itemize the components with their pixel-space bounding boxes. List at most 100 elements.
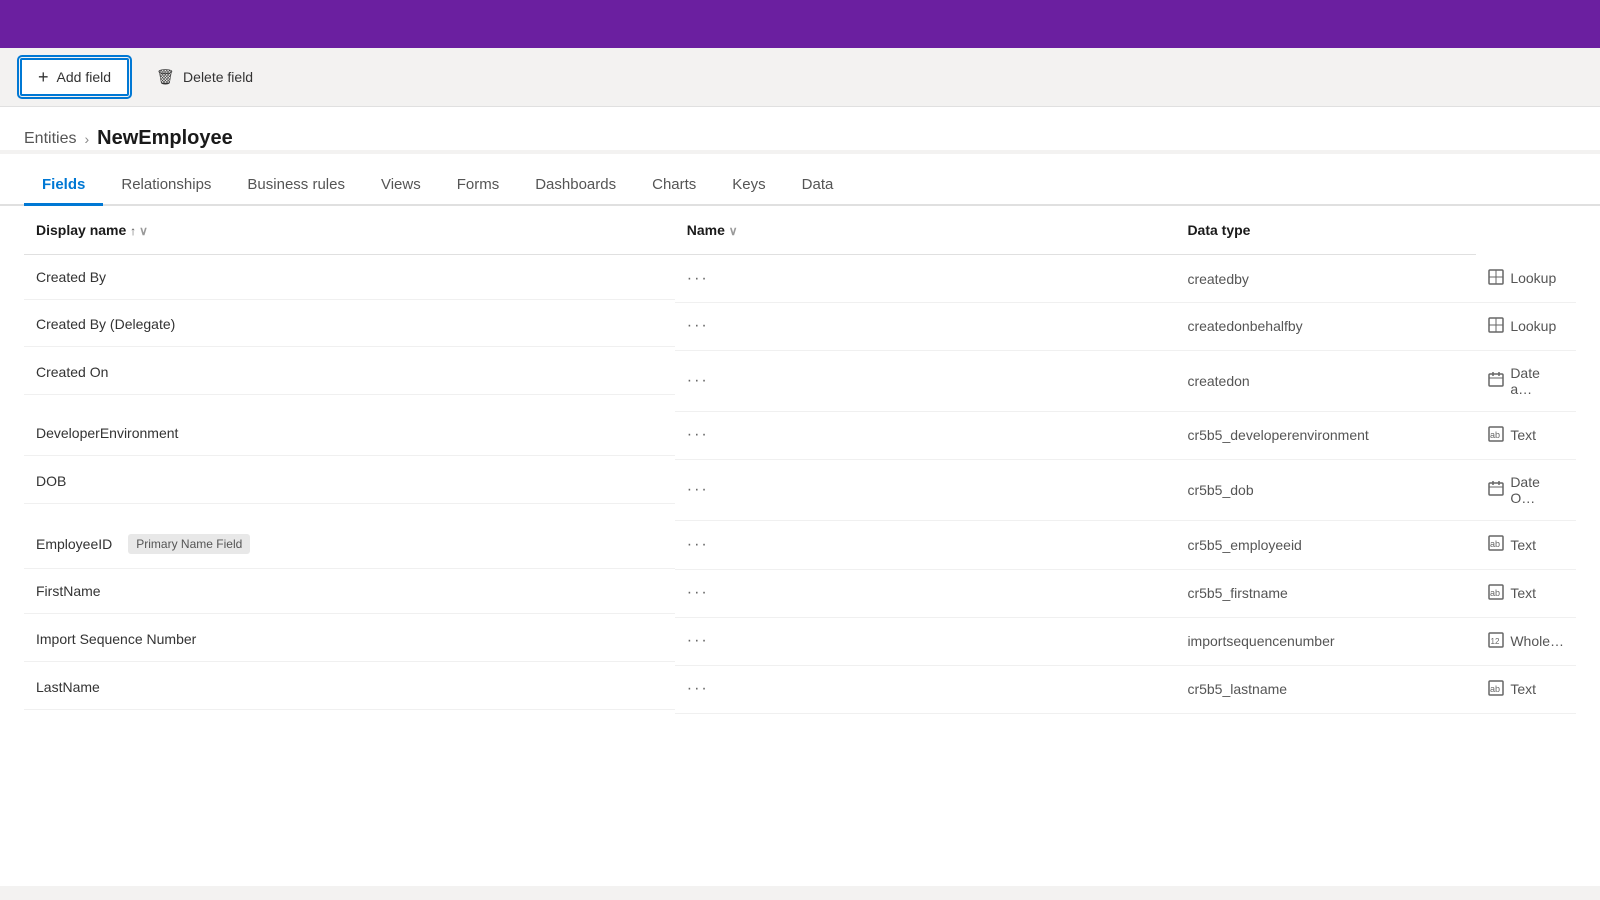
cell-name: cr5b5_dob [1175,459,1476,520]
col-name-label: Name [687,222,725,238]
display-name-text: Created By [36,269,106,285]
cell-data-type: Date a… [1476,350,1576,411]
table-row[interactable]: DeveloperEnvironment ··· cr5b5_developeren… [24,411,1576,459]
row-actions-button[interactable]: ··· [687,632,709,649]
cell-name: cr5b5_developerenvironment [1175,411,1476,459]
row-actions-button[interactable]: ··· [687,270,709,287]
cell-data-type: ab Text [1476,569,1576,617]
data-type-icon-container: ab Text [1488,584,1536,603]
tab-data[interactable]: Data [784,166,852,206]
display-name-text: LastName [36,679,100,695]
cell-name: importsequencenumber [1175,617,1476,665]
col-display-name[interactable]: Display name ↑ ∨ [24,206,675,255]
table-row[interactable]: LastName···cr5b5_lastname ab Text [24,665,1576,713]
row-actions-button[interactable]: ··· [687,372,709,389]
cell-display-name: DeveloperEnvironment [24,411,675,456]
field-name-text: createdon [1187,373,1249,389]
sort-desc-icon: ∨ [139,224,148,238]
row-actions-button[interactable]: ··· [687,680,709,697]
cell-data-type: Lookup [1476,255,1576,303]
table-row[interactable]: Created On ··· createdon Date a… [24,350,1576,411]
table-row[interactable]: Created By (Delegate) ··· createdonbehalfb… [24,302,1576,350]
tab-relationships[interactable]: Relationships [103,166,229,206]
table-row[interactable]: Created By···createdby Lookup [24,255,1576,303]
cell-actions[interactable]: ··· [675,255,1176,303]
cell-actions[interactable]: ··· [675,411,1176,459]
tab-forms[interactable]: Forms [439,166,518,206]
breadcrumb-area: Entities › NewEmployee [0,107,1600,150]
cell-name: cr5b5_firstname [1175,569,1476,617]
primary-name-badge: Primary Name Field [128,534,250,554]
plus-icon: + [38,68,49,86]
delete-field-button[interactable]: 🗑 Delete field [139,59,270,95]
table-row[interactable]: DOB ··· cr5b5_dob Date O… [24,459,1576,520]
col-name[interactable]: Name ∨ [675,206,1176,255]
row-actions-button[interactable]: ··· [687,481,709,498]
data-type-icon-container: Lookup [1488,317,1556,336]
cell-display-name: Import Sequence Number [24,617,675,662]
svg-text:ab: ab [1490,539,1500,549]
field-name-text: createdonbehalfby [1187,318,1302,334]
tab-dashboards[interactable]: Dashboards [517,166,634,206]
cell-display-name: Created On [24,350,675,395]
display-name-text: DeveloperEnvironment [36,425,178,441]
name-sort-icon: ∨ [729,224,738,238]
cell-data-type: Lookup [1476,302,1576,350]
cell-display-name: Created By [24,255,675,300]
svg-text:ab: ab [1490,430,1500,440]
field-name-text: cr5b5_employeeid [1187,537,1301,553]
data-type-icon: ab [1488,584,1504,603]
field-name-text: cr5b5_developerenvironment [1187,427,1368,443]
display-name-text: FirstName [36,583,101,599]
cell-actions[interactable]: ··· [675,459,1176,520]
data-type-icon [1488,480,1504,499]
data-type-icon [1488,371,1504,390]
display-name-text: Import Sequence Number [36,631,196,647]
cell-display-name: Created By (Delegate) [24,302,675,347]
cell-actions[interactable]: ··· [675,520,1176,569]
row-actions-button[interactable]: ··· [687,584,709,601]
add-field-button[interactable]: + Add field [20,58,129,96]
table-row[interactable]: Import Sequence Number ··· importsequencen… [24,617,1576,665]
display-name-text: Created On [36,364,108,380]
cell-actions[interactable]: ··· [675,617,1176,665]
table-row[interactable]: EmployeeIDPrimary Name Field···cr5b5_emp… [24,520,1576,569]
cell-data-type: 12 Whole… [1476,617,1576,665]
fields-table: Display name ↑ ∨ Name ∨ Data type [24,206,1576,714]
data-type-icon-container: 12 Whole… [1488,632,1564,651]
cell-actions[interactable]: ··· [675,350,1176,411]
data-type-label: Text [1510,681,1536,697]
data-type-icon-container: Date O… [1488,474,1564,506]
display-name-text: Created By (Delegate) [36,316,175,332]
data-type-label: Date a… [1510,365,1564,397]
cell-actions[interactable]: ··· [675,569,1176,617]
table-body: Created By···createdby Lookup Created By… [24,255,1576,714]
svg-text:ab: ab [1490,684,1500,694]
table-row[interactable]: FirstName ··· cr5b5_firstname ab Text [24,569,1576,617]
cell-name: createdon [1175,350,1476,411]
cell-display-name: DOB [24,459,675,504]
data-type-label: Lookup [1510,318,1556,334]
cell-actions[interactable]: ··· [675,302,1176,350]
col-data-type: Data type [1175,206,1476,255]
cell-display-name: LastName [24,665,675,710]
delete-icon: 🗑 [156,68,175,86]
name-sort-icons: ∨ [729,224,738,238]
row-actions-button[interactable]: ··· [687,317,709,334]
cell-data-type: ab Text [1476,665,1576,713]
tab-views[interactable]: Views [363,166,439,206]
tab-keys[interactable]: Keys [714,166,783,206]
cell-data-type: Date O… [1476,459,1576,520]
cell-name: createdonbehalfby [1175,302,1476,350]
tab-charts[interactable]: Charts [634,166,714,206]
data-type-icon-container: Date a… [1488,365,1564,397]
field-name-text: importsequencenumber [1187,633,1334,649]
svg-text:ab: ab [1490,588,1500,598]
row-actions-button[interactable]: ··· [687,536,709,553]
tab-business_rules[interactable]: Business rules [229,166,363,206]
data-type-icon: ab [1488,535,1504,554]
breadcrumb-entities-link[interactable]: Entities [24,130,76,148]
row-actions-button[interactable]: ··· [687,426,709,443]
cell-actions[interactable]: ··· [675,665,1176,713]
tab-fields[interactable]: Fields [24,166,103,206]
